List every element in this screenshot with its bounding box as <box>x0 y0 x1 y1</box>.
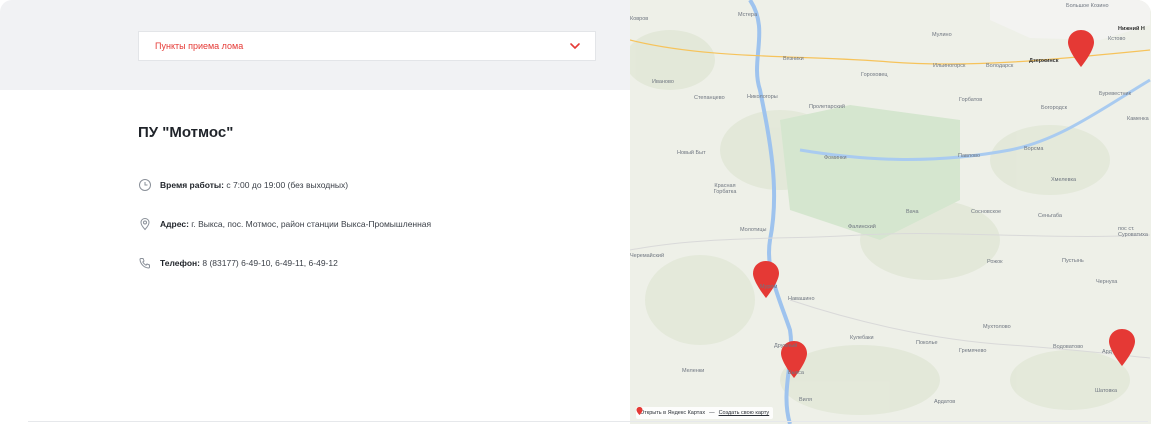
map-label: Хмелевка <box>1051 177 1077 183</box>
map-label: Гремячево <box>959 348 987 354</box>
map-label: Иваново <box>652 79 674 85</box>
create-map-link[interactable]: Создать свою карту <box>719 410 770 416</box>
hours-row: Время работы: с 7:00 до 19:00 (без выход… <box>138 179 349 192</box>
map-label: Гороховец <box>861 72 888 78</box>
map-label: Большое Козино <box>1066 3 1109 9</box>
map-label: Мол­отицы <box>740 227 767 233</box>
points-type-select[interactable]: Пункты приема лома <box>138 31 596 61</box>
map-canvas <box>630 0 1151 424</box>
map-label: Дзержинск <box>1029 58 1059 64</box>
map-label: Ардатов <box>934 399 956 405</box>
map-label: Водоватово <box>1053 344 1084 350</box>
map-label: Новый Быт <box>677 150 706 156</box>
map-label: Кстово <box>1108 36 1126 42</box>
map-label: Горбатов <box>959 97 983 103</box>
map-label: Нижний Н <box>1118 26 1145 32</box>
hours-label: Время работы: <box>160 180 224 190</box>
map-label: Фалинский <box>848 224 876 230</box>
map-label: Ильиногорск <box>933 63 966 69</box>
map-label: Рожок <box>987 259 1003 265</box>
map-label: Никологоры <box>747 94 778 100</box>
map-label: Фоминки <box>824 155 847 161</box>
map[interactable]: Мстера Мулино Нижний Н Большое Козино Ко… <box>630 0 1151 424</box>
point-title: ПУ "Мотмос" <box>138 124 234 141</box>
map-label: Меленки <box>682 368 705 374</box>
map-label: Красная Горбатка <box>713 183 737 195</box>
map-label: Мулино <box>932 32 952 38</box>
map-label: Сосновское <box>971 209 1002 215</box>
location-pin-icon <box>140 217 150 231</box>
map-label: Виля <box>799 397 812 403</box>
footer-separator: — <box>709 410 715 416</box>
map-label: Каменка <box>1127 116 1149 122</box>
map-label: Мухтолово <box>983 324 1011 330</box>
map-label: Павлово <box>958 153 981 159</box>
map-label: Вача <box>906 209 919 215</box>
address-value: г. Выкса, пос. Мотмос, район станции Вык… <box>191 219 432 229</box>
map-label: Муром <box>760 284 778 290</box>
map-label: Дружный <box>774 343 798 349</box>
clock-icon <box>139 179 151 191</box>
map-label: Черемайский <box>630 253 665 259</box>
map-label: Ворсма <box>1024 146 1044 152</box>
phone-value[interactable]: 8 (83177) 6-49-10, 6-49-11, 6-49-12 <box>202 258 337 268</box>
map-label: Вязники <box>783 56 804 62</box>
open-in-yandex-link[interactable]: Открыть в Яндекс Картах <box>640 410 705 416</box>
map-label: Володарск <box>986 63 1014 69</box>
map-label: Пролетарский <box>809 104 845 110</box>
hours-value: с 7:00 до 19:00 (без выходных) <box>226 180 349 190</box>
chevron-down-icon[interactable] <box>569 40 581 52</box>
phone-icon <box>139 258 150 269</box>
map-label: Буревестник <box>1099 91 1131 97</box>
map-label: Мстера <box>738 12 758 18</box>
map-label: Шатовка <box>1095 388 1118 394</box>
map-label: Чернуха <box>1096 279 1118 285</box>
select-value: Пункты приема лома <box>155 41 244 51</box>
map-label: Пустынь <box>1062 258 1084 264</box>
phone-row: Телефон: 8 (83177) 6-49-10, 6-49-11, 6-4… <box>138 258 338 270</box>
map-label: Богородск <box>1041 105 1067 111</box>
address-label: Адрес: <box>160 219 189 229</box>
map-label: Выкса <box>788 370 804 376</box>
map-label: Степанцево <box>694 95 725 101</box>
map-label: Навашино <box>788 296 815 302</box>
map-footer: Открыть в Яндекс Картах — Создать свою к… <box>636 407 774 419</box>
map-label: Кулебаки <box>850 335 874 341</box>
map-label: Ард <box>1102 349 1112 355</box>
map-label: Сеньгаба <box>1038 213 1062 219</box>
address-row: Адрес: г. Выкса, пос. Мотмос, район стан… <box>138 217 432 231</box>
yandex-pin-icon <box>636 407 643 415</box>
point-info: ПУ "Мотмос" Время работы: с 7:00 до 19:0… <box>138 124 618 269</box>
map-label: пос ст. Суроватиха <box>1118 226 1148 238</box>
map-label: Поколье <box>916 340 938 346</box>
divider <box>28 421 1148 422</box>
phone-label: Телефон: <box>160 258 200 268</box>
map-label: Ковров <box>630 16 649 22</box>
